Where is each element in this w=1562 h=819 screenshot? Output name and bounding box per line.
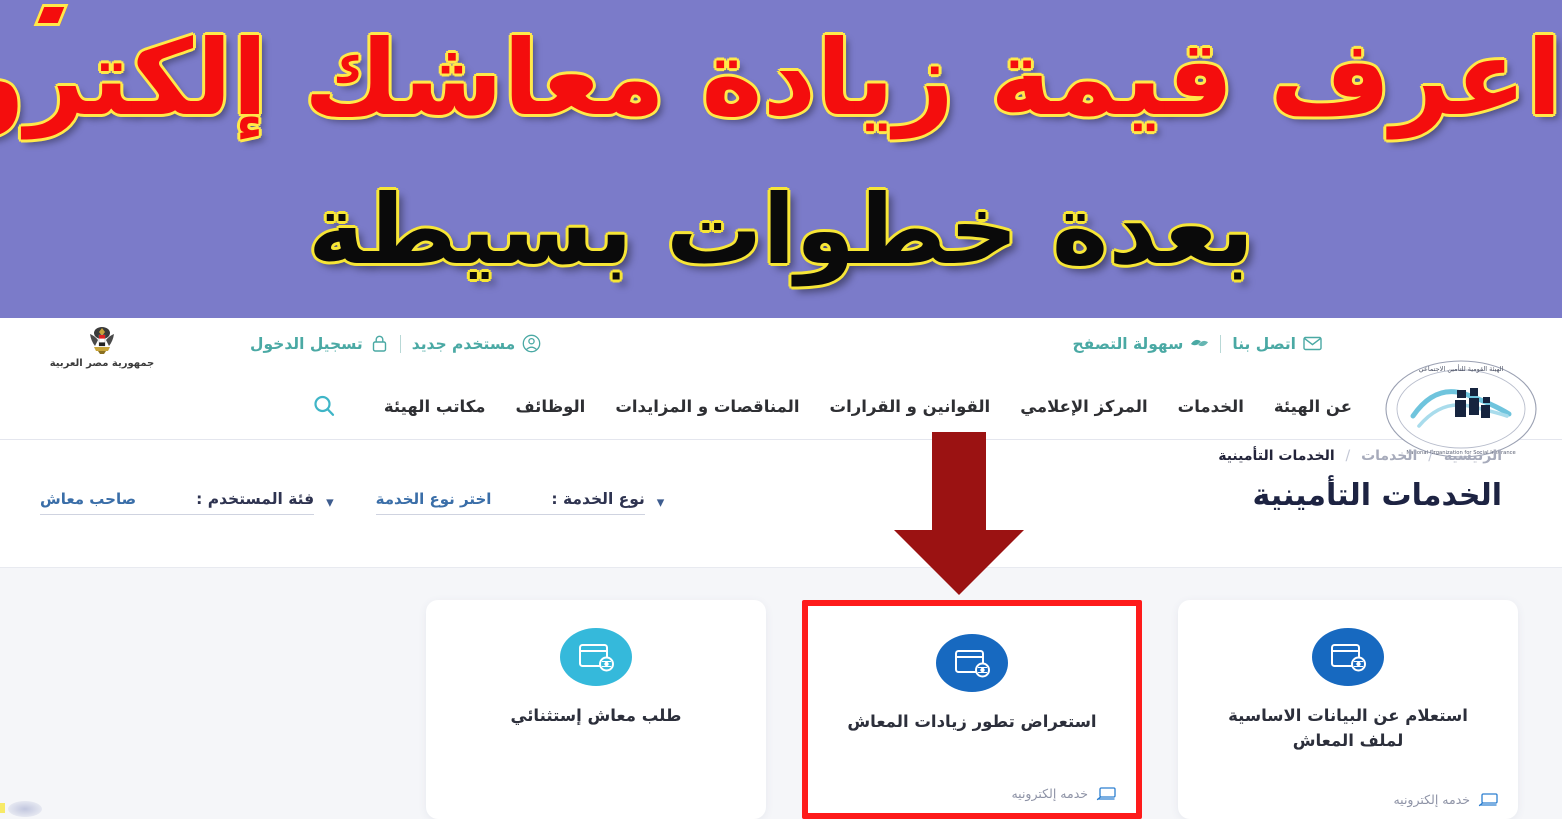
utility-links-right: اتصل بنا سهولة التصفح	[1073, 334, 1322, 353]
filter-user-category: ▾ فئة المستخدم : صاحب معاش	[40, 490, 334, 515]
nav-item-services[interactable]: الخدمات	[1178, 397, 1244, 416]
user-circle-icon	[522, 334, 541, 353]
utility-link-label: اتصل بنا	[1232, 334, 1296, 353]
egypt-emblem-label: جمهورية مصر العربية	[49, 358, 155, 369]
breadcrumb-separator: /	[1428, 448, 1433, 464]
filter-bar: ▾ نوع الخدمة : اختر نوع الخدمة ▾ فئة الم…	[40, 490, 664, 515]
utility-links-left: مستخدم جديد تسجيل الدخول	[250, 334, 541, 353]
service-card-pension-increase-history[interactable]: استعراض تطور زيادات المعاش خدمه إلكتروني…	[802, 600, 1142, 819]
breadcrumb-item-current: الخدمات التأمينية	[1218, 448, 1335, 464]
online-service-icon	[560, 628, 632, 686]
nav-menu: عن الهيئة الخدمات المركز الإعلامي القوان…	[312, 394, 1352, 418]
lock-icon	[370, 334, 389, 353]
accessibility-icon	[1190, 334, 1209, 353]
service-card-footer: خدمه إلكترونيه	[1393, 792, 1498, 807]
chevron-down-icon[interactable]: ▾	[326, 495, 334, 510]
service-card-title: استعراض تطور زيادات المعاش	[847, 712, 1097, 731]
user-category-select[interactable]: فئة المستخدم : صاحب معاش	[40, 490, 315, 515]
electronic-service-icon	[1478, 792, 1498, 807]
nav-item-offices[interactable]: مكاتب الهيئة	[384, 397, 486, 416]
service-card-footer-text: خدمه إلكترونيه	[1393, 792, 1470, 807]
utility-link-label: تسجيل الدخول	[250, 334, 363, 353]
utility-divider	[399, 334, 401, 353]
envelope-icon	[1303, 334, 1322, 353]
nav-item-tenders[interactable]: المناقصات و المزايدات	[615, 397, 799, 416]
breadcrumb-item-home[interactable]: الرئيسية	[1444, 448, 1502, 464]
banner-headline-line1: اعرف قيمة زيادة معاشك إلكترونياً	[0, 17, 1562, 139]
utility-link-accessibility[interactable]: سهولة التصفح	[1073, 334, 1210, 353]
user-category-label: فئة المستخدم :	[196, 490, 315, 508]
service-card-basic-data-inquiry[interactable]: استعلام عن البيانات الاساسية لملف المعاش…	[1178, 600, 1518, 819]
breadcrumb-item-services[interactable]: الخدمات	[1361, 448, 1417, 464]
svg-text:الهيئة القومية للتأمين الاجتما: الهيئة القومية للتأمين الاجتماعي	[1419, 364, 1504, 373]
breadcrumb-separator: /	[1345, 448, 1351, 464]
egypt-emblem: جمهورية مصر العربية	[42, 324, 162, 369]
breadcrumb: الرئيسية / الخدمات / الخدمات التأمينية	[0, 448, 1502, 464]
utility-bar: جمهورية مصر العربية اتصل بنا سهولة التصف…	[0, 318, 1562, 380]
service-type-label: نوع الخدمة :	[551, 490, 645, 508]
utility-link-contact-us[interactable]: اتصل بنا	[1232, 334, 1322, 353]
edge-artifact	[0, 803, 5, 813]
nav-item-media[interactable]: المركز الإعلامي	[1020, 397, 1147, 416]
nav-item-laws[interactable]: القوانين و القرارات	[830, 397, 991, 416]
promo-banner: اعرف قيمة زيادة معاشك إلكترونياً بعدة خط…	[0, 0, 1562, 318]
page-root: اعرف قيمة زيادة معاشك إلكترونياً بعدة خط…	[0, 0, 1562, 819]
service-card-footer: خدمه إلكترونيه	[1011, 786, 1116, 801]
corner-widget[interactable]	[8, 801, 42, 817]
chevron-down-icon[interactable]: ▾	[657, 495, 665, 510]
electronic-service-icon	[1096, 786, 1116, 801]
site-header: جمهورية مصر العربية اتصل بنا سهولة التصف…	[0, 318, 1562, 458]
banner-headline-line2: بعدة خطوات بسيطة	[307, 174, 1255, 286]
service-card-exceptional-pension-request[interactable]: طلب معاش إستثنائي	[426, 600, 766, 819]
service-card-title: طلب معاش إستثنائي	[510, 706, 682, 725]
nav-item-jobs[interactable]: الوظائف	[516, 397, 586, 416]
service-cards-row: استعلام عن البيانات الاساسية لملف المعاش…	[0, 600, 1562, 819]
utility-link-label: سهولة التصفح	[1072, 334, 1184, 353]
eagle-emblem-icon	[90, 327, 114, 354]
utility-divider	[1220, 334, 1222, 353]
utility-link-label: مستخدم جديد	[411, 334, 516, 353]
online-service-icon	[936, 634, 1008, 692]
nav-item-about[interactable]: عن الهيئة	[1274, 397, 1352, 416]
service-type-value: اختر نوع الخدمة	[375, 490, 492, 508]
search-icon[interactable]	[312, 394, 336, 418]
utility-link-login[interactable]: تسجيل الدخول	[250, 334, 389, 353]
service-card-footer-text: خدمه إلكترونيه	[1011, 786, 1088, 801]
service-card-title: استعلام عن البيانات الاساسية لملف المعاش	[1228, 706, 1468, 750]
main-navigation-bar: الهيئة القومية للتأمين الاجتماعي Nationa…	[0, 360, 1562, 458]
utility-link-new-user[interactable]: مستخدم جديد	[412, 334, 541, 353]
filter-service-type: ▾ نوع الخدمة : اختر نوع الخدمة	[375, 490, 665, 515]
user-category-value: صاحب معاش	[40, 490, 137, 508]
online-service-icon	[1312, 628, 1384, 686]
service-type-select[interactable]: نوع الخدمة : اختر نوع الخدمة	[375, 490, 645, 515]
